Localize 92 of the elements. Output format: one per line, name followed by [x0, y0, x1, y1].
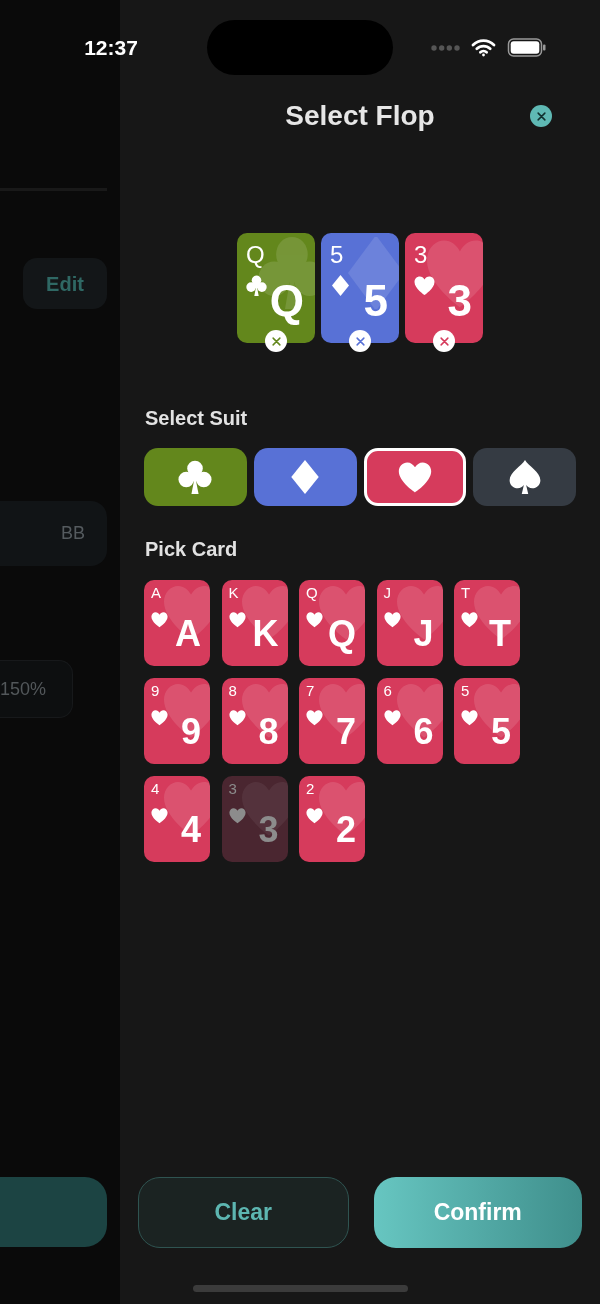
card-rank-large: 2	[335, 812, 356, 848]
card-rank-large: 6	[413, 714, 434, 750]
playing-card[interactable]: 3 3	[405, 233, 483, 343]
clear-button[interactable]: Clear	[138, 1177, 349, 1248]
card-rank-large: T	[489, 616, 511, 652]
card-rank: 2	[306, 781, 315, 796]
playing-card[interactable]: 9 9	[144, 678, 210, 764]
card-rank-large: 9	[180, 714, 201, 750]
playing-card[interactable]: Q Q	[237, 233, 315, 343]
close-icon	[536, 111, 546, 121]
close-icon	[439, 336, 449, 346]
battery-icon	[507, 38, 547, 57]
suit-option[interactable]	[363, 448, 467, 506]
heart-icon	[151, 709, 168, 726]
card-rank: 8	[228, 683, 237, 698]
heart-icon	[228, 807, 246, 824]
status-time: 12:37	[84, 34, 138, 61]
card-rank-large: 7	[335, 714, 356, 750]
heart-icon	[414, 275, 435, 296]
card-rank: Q	[246, 243, 265, 267]
playing-card[interactable]: 5 5	[454, 678, 520, 764]
suit-option[interactable]	[144, 448, 247, 506]
club-icon	[246, 275, 267, 296]
close-icon	[271, 336, 281, 346]
card-rank-large: K	[252, 616, 279, 652]
heart-icon	[383, 611, 401, 628]
card-rank: 3	[414, 243, 428, 267]
input-field[interactable]: BB	[0, 501, 107, 566]
card-rank-large: 3	[258, 812, 279, 848]
card-rank-large: Q	[328, 616, 356, 652]
card-rank-large: Q	[269, 279, 304, 323]
card-rank-large: 8	[258, 714, 279, 750]
card-rank: 5	[461, 683, 470, 698]
card-rank-large: 3	[447, 279, 472, 323]
card-rank: K	[228, 585, 239, 600]
card-rank-large: A	[175, 616, 201, 652]
edit-button[interactable]: Edit	[23, 258, 107, 309]
close-icon	[355, 336, 365, 346]
heart-icon	[151, 611, 168, 628]
wifi-icon	[471, 38, 496, 57]
heart-icon	[306, 611, 323, 628]
heart-icon	[228, 709, 246, 726]
card-rank: 3	[228, 781, 237, 796]
heart-icon	[461, 611, 478, 628]
heart-icon	[306, 807, 323, 824]
close-button[interactable]	[530, 105, 552, 127]
heart-icon	[306, 709, 323, 726]
heart-icon	[228, 611, 246, 628]
card-rank: 7	[306, 683, 315, 698]
card-rank: 5	[330, 243, 344, 267]
card-rank: A	[151, 585, 161, 600]
club-icon	[178, 460, 213, 494]
playing-card[interactable]: 5 5	[321, 233, 399, 343]
card-rank: 6	[383, 683, 392, 698]
signal-icon	[431, 44, 460, 51]
card-rank: 9	[151, 683, 160, 698]
suit-option[interactable]	[473, 448, 576, 506]
card-rank-large: 4	[180, 812, 201, 848]
playing-card[interactable]: 7 7	[299, 678, 365, 764]
unit-label: BB	[61, 522, 85, 545]
input-field[interactable]: 150%	[0, 660, 73, 718]
playing-card[interactable]: 2 2	[299, 776, 365, 862]
suit-option[interactable]	[253, 448, 357, 506]
playing-card[interactable]: J J	[376, 580, 443, 666]
playing-card[interactable]: A A	[144, 580, 210, 666]
diamond-icon	[330, 275, 351, 296]
heart-icon	[151, 807, 168, 824]
remove-button[interactable]	[433, 330, 455, 352]
card-rank: 4	[151, 781, 160, 796]
section-label: Select Suit	[145, 406, 248, 430]
heart-icon	[461, 709, 478, 726]
playing-card[interactable]: K K	[221, 580, 288, 666]
remove-button[interactable]	[349, 330, 371, 352]
playing-card[interactable]: 6 6	[376, 678, 443, 764]
playing-card[interactable]: 8 8	[221, 678, 288, 764]
card-rank-large: 5	[363, 279, 388, 323]
playing-card[interactable]: Q Q	[299, 580, 365, 666]
card-rank-large: J	[413, 616, 434, 652]
playing-card[interactable]: 4 4	[144, 776, 210, 862]
heart-icon	[397, 460, 432, 494]
sheet-title: Select Flop	[285, 99, 435, 133]
field-value: 150%	[0, 677, 47, 701]
card-rank-large: 5	[490, 714, 511, 750]
playing-card[interactable]: T T	[454, 580, 520, 666]
card-rank: T	[461, 585, 471, 600]
spade-icon	[507, 460, 542, 494]
confirm-button[interactable]: Confirm	[373, 1177, 582, 1248]
card-rank: J	[383, 585, 391, 600]
section-label: Pick Card	[145, 537, 238, 561]
card-rank: Q	[306, 585, 318, 600]
heart-icon	[383, 709, 401, 726]
remove-button[interactable]	[265, 330, 287, 352]
